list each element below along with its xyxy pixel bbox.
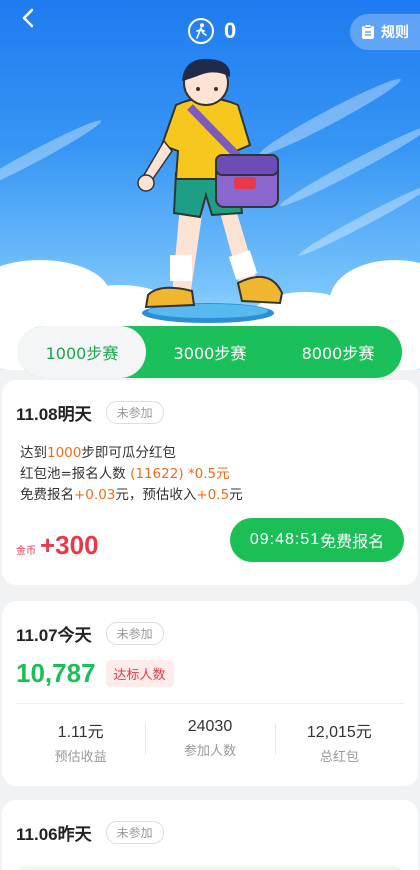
yesterday-race-card: 11.06昨天 未参加	[2, 800, 418, 870]
today-race-card: 11.07今天 未参加 10,787 达标人数 1.11元 预估收益 24030…	[2, 601, 418, 786]
rule-line-2: 红包池=报名人数 (11622) *0.5元	[20, 466, 230, 482]
rule-line-3: 免费报名+0.03元，预估收入+0.5元	[20, 487, 243, 503]
coin-amount: +300	[40, 530, 99, 560]
walking-icon	[188, 18, 214, 44]
stat-estimated-earnings: 1.11元 预估收益	[54, 724, 107, 765]
tab-1000-steps[interactable]: 1000步赛	[18, 326, 146, 378]
tab-3000-steps[interactable]: 3000步赛	[146, 326, 274, 378]
back-button[interactable]	[16, 6, 40, 30]
participation-status-badge: 未参加	[105, 622, 164, 645]
stat-participants: 24030 参加人数	[145, 718, 274, 765]
hero-banner: 0 规则	[0, 0, 420, 370]
race-stats: 1.11元 预估收益 24030 参加人数 12,015元 总红包	[16, 718, 404, 765]
countdown-timer: 09:48:51	[249, 531, 321, 548]
participation-status-badge: 未参加	[105, 821, 164, 844]
race-rules: 达到1000步即可瓜分红包 红包池=报名人数 (11622) *0.5元 免费报…	[20, 443, 404, 506]
tomorrow-race-card: 11.08明天 未参加 达到1000步即可瓜分红包 红包池=报名人数 (1162…	[2, 380, 418, 585]
back-arrow-icon	[22, 8, 34, 28]
coin-caption: 金币	[16, 546, 36, 557]
race-date: 11.08明天	[16, 405, 92, 424]
rule-line-1: 达到1000步即可瓜分红包	[20, 445, 176, 461]
clipboard-icon	[362, 24, 374, 39]
coin-reward: 金币 +300	[16, 530, 99, 561]
free-signup-button[interactable]: 09:48:51 免费报名	[230, 518, 404, 562]
step-count-value: 0	[224, 18, 237, 43]
qualified-count: 10,787	[16, 658, 96, 688]
sky-wisp	[0, 115, 105, 197]
today-step-counter: 0	[188, 18, 236, 44]
race-date: 11.07今天	[16, 626, 92, 645]
rules-button[interactable]: 规则	[350, 14, 420, 50]
tab-8000-steps[interactable]: 8000步赛	[274, 326, 402, 378]
rules-label: 规则	[381, 25, 409, 41]
race-date: 11.06昨天	[16, 825, 92, 844]
qualified-label: 达标人数	[105, 660, 174, 687]
race-tabs: 1000步赛 3000步赛 8000步赛	[18, 326, 402, 378]
walking-character-illustration	[137, 58, 284, 323]
participation-status-badge: 未参加	[105, 401, 164, 424]
divider	[16, 703, 404, 704]
result-strip	[16, 866, 404, 870]
stat-total-red-packet: 12,015元 总红包	[274, 718, 404, 765]
signup-label: 免费报名	[320, 532, 385, 551]
